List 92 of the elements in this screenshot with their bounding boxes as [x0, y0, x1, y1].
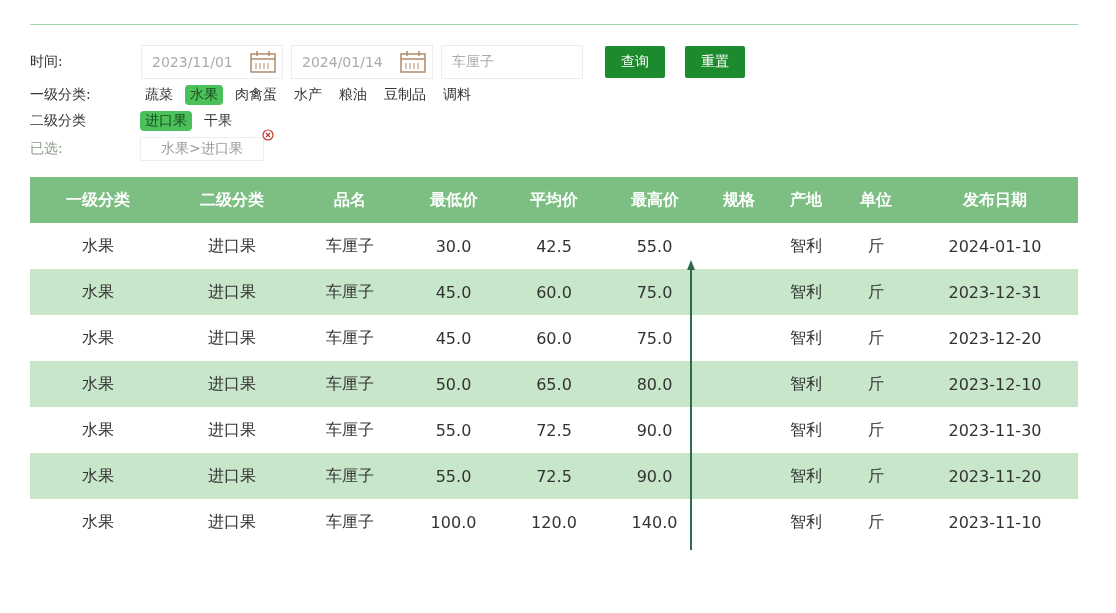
- table-cell-text: 2024-01-10: [947, 236, 1043, 256]
- table-cell-text: 车厘子: [325, 281, 375, 303]
- table-cell-text: 2023-12-20: [947, 328, 1043, 348]
- table-cell-text: 车厘子: [325, 327, 375, 349]
- table-cell-text: 进口果: [206, 235, 257, 257]
- table-cell-text: 斤: [867, 419, 885, 441]
- column-header: 一级分类: [64, 189, 131, 211]
- table-cell-text: 72.5: [535, 466, 573, 486]
- table-cell-text: 2023-12-31: [947, 282, 1043, 302]
- table-cell-text: 30.0: [434, 236, 473, 256]
- table-cell-text: 140.0: [630, 512, 679, 532]
- table-cell-text: 进口果: [206, 511, 257, 533]
- table-cell-text: 智利: [789, 327, 823, 349]
- table-cell-text: 车厘子: [325, 419, 375, 441]
- column-header: 发布日期: [962, 189, 1028, 211]
- table-cell-text: 智利: [789, 373, 823, 395]
- selected-label: 已选:: [30, 140, 64, 158]
- column-header: 最低价: [428, 189, 479, 211]
- table-cell-text: 2023-12-10: [947, 374, 1043, 394]
- level1-label: 一级分类:: [30, 86, 92, 104]
- table-cell-text: 车厘子: [325, 235, 375, 257]
- table-cell-text: 斤: [867, 511, 885, 533]
- query-button[interactable]: 查询: [605, 46, 665, 78]
- category-tag[interactable]: 水产: [289, 85, 327, 105]
- selected-filter-chip: 水果>进口果: [140, 137, 264, 161]
- table-cell-text: 智利: [789, 235, 823, 257]
- table-cell-text: 水果: [80, 373, 115, 395]
- table-cell-text: 智利: [789, 281, 823, 303]
- calendar-icon[interactable]: [400, 51, 426, 73]
- table-cell-text: 水果: [80, 327, 115, 349]
- table-cell-text: 75.0: [635, 282, 674, 302]
- table-cell-text: 水果: [80, 465, 115, 487]
- column-header: 产地: [789, 189, 823, 211]
- category-tag[interactable]: 调料: [438, 85, 476, 105]
- table-cell-text: 55.0: [635, 236, 674, 256]
- table-cell-text: 智利: [789, 511, 823, 533]
- table-cell-text: 斤: [867, 373, 885, 395]
- table-cell-text: 120.0: [530, 512, 578, 532]
- table-cell-text: 2023-11-10: [947, 512, 1043, 532]
- table-cell-text: 车厘子: [325, 373, 375, 395]
- table-cell-text: 50.0: [434, 374, 473, 394]
- table-cell-text: 斤: [867, 235, 885, 257]
- table-cell-text: 72.5: [535, 420, 573, 440]
- table-cell-text: 80.0: [635, 374, 674, 394]
- category-tag[interactable]: 蔬菜: [140, 85, 178, 105]
- close-icon[interactable]: [261, 129, 274, 141]
- table-cell-text: 水果: [80, 281, 115, 303]
- table-cell-text: 60.0: [535, 282, 573, 302]
- category-tag[interactable]: 豆制品: [379, 85, 431, 105]
- calendar-icon[interactable]: [250, 51, 276, 73]
- column-header: 二级分类: [198, 189, 265, 211]
- table-cell-text: 进口果: [206, 373, 257, 395]
- level2-label: 二级分类: [30, 112, 87, 130]
- table-cell-text: 水果: [80, 419, 115, 441]
- table-cell-text: 智利: [789, 419, 823, 441]
- time-label: 时间:: [30, 53, 64, 71]
- column-header: 最高价: [629, 189, 680, 211]
- table-cell-text: 进口果: [206, 419, 257, 441]
- column-header: 规格: [722, 189, 756, 211]
- table-cell-text: 2023-11-20: [947, 466, 1043, 486]
- category-tag[interactable]: 粮油: [334, 85, 372, 105]
- category-tag[interactable]: 干果: [199, 111, 237, 131]
- table-cell-text: 智利: [789, 465, 823, 487]
- table-cell-text: 水果: [80, 511, 115, 533]
- table-cell-text: 90.0: [635, 466, 674, 486]
- table-cell-text: 100.0: [429, 512, 478, 532]
- table-cell-text: 2023-11-30: [947, 420, 1043, 440]
- table-cell-text: 90.0: [635, 420, 674, 440]
- category-tag[interactable]: 进口果: [140, 111, 192, 131]
- table-cell-text: 55.0: [434, 420, 473, 440]
- table-cell-text: 斤: [867, 281, 885, 303]
- table-cell-text: 车厘子: [325, 511, 375, 533]
- table-cell-text: 车厘子: [325, 465, 375, 487]
- table-cell-text: 水果: [80, 235, 115, 257]
- table-cell-text: 65.0: [535, 374, 573, 394]
- table-cell-text: 进口果: [206, 281, 257, 303]
- table-cell-text: 60.0: [535, 328, 573, 348]
- table-cell-text: 45.0: [434, 282, 473, 302]
- table-cell-text: 75.0: [635, 328, 674, 348]
- category-tag[interactable]: 肉禽蛋: [230, 85, 282, 105]
- table-cell-text: 45.0: [434, 328, 473, 348]
- table-cell-text: 进口果: [206, 465, 257, 487]
- category-tag[interactable]: 水果: [185, 85, 223, 105]
- table-cell-text: 斤: [867, 327, 885, 349]
- table-cell-text: 55.0: [434, 466, 473, 486]
- column-header: 平均价: [529, 189, 579, 211]
- table-cell-text: 42.5: [535, 236, 573, 256]
- column-header: 品名: [333, 189, 367, 211]
- table-cell-text: 进口果: [206, 327, 257, 349]
- table-cell-text: 斤: [867, 465, 885, 487]
- column-header: 单位: [859, 189, 893, 211]
- reset-button[interactable]: 重置: [685, 46, 745, 78]
